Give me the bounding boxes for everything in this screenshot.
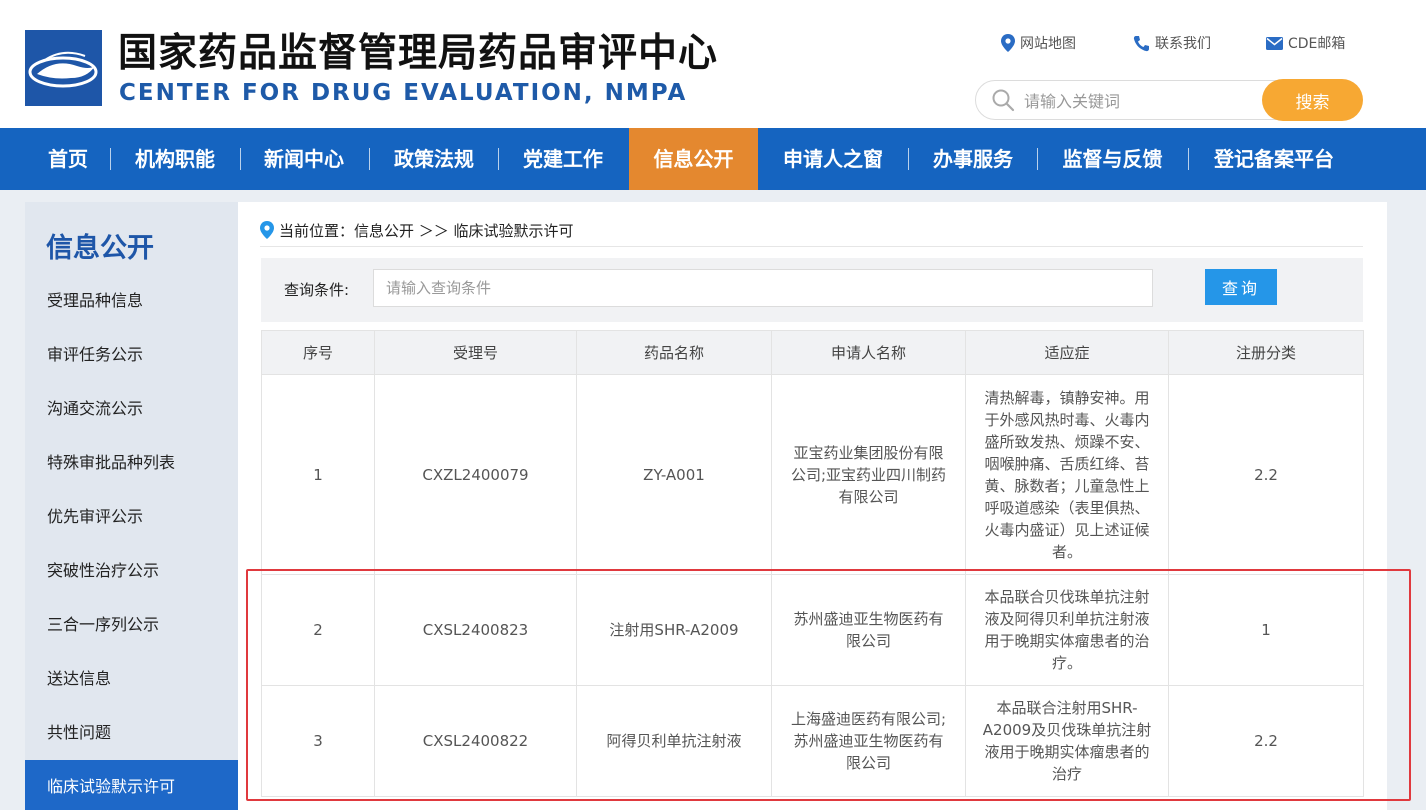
cell-drug-name: ZY-A001 <box>576 374 772 575</box>
site-map-label: 网站地图 <box>1020 36 1076 52</box>
sidebar-item-special-approval[interactable]: 特殊审批品种列表 <box>25 436 238 490</box>
results-table: 序号 受理号 药品名称 申请人名称 适应症 注册分类 1 CXZL2400079… <box>261 330 1364 797</box>
contact-us-label: 联系我们 <box>1155 36 1211 52</box>
table-row: 2 CXSL2400823 注射用SHR-A2009 苏州盛迪亚生物医药有限公司… <box>261 574 1364 686</box>
location-pin-icon <box>260 221 274 239</box>
search-icon <box>992 89 1015 112</box>
cell-registration-class: 1 <box>1168 574 1364 686</box>
map-pin-icon <box>1001 34 1015 52</box>
nav-divider <box>1037 148 1038 170</box>
site-search-input[interactable] <box>1024 89 1254 113</box>
query-bar: 查询条件: 查询 <box>261 258 1363 322</box>
column-header-drug-name: 药品名称 <box>576 330 772 375</box>
nav-item-applicant-window[interactable]: 申请人之窗 <box>762 128 904 190</box>
query-input[interactable] <box>373 269 1153 307</box>
site-title-english: CENTER FOR DRUG EVALUATION, NMPA <box>119 80 688 106</box>
nav-item-supervision-feedback[interactable]: 监督与反馈 <box>1041 128 1184 190</box>
phone-icon <box>1133 35 1149 51</box>
sidebar-title: 信息公开 <box>46 233 154 264</box>
cell-registration-class: 2.2 <box>1168 685 1364 797</box>
site-map-link[interactable]: 网站地图 <box>1001 33 1076 53</box>
cell-serial: 3 <box>261 685 375 797</box>
column-header-serial: 序号 <box>261 330 375 375</box>
nav-item-info-disclosure[interactable]: 信息公开 <box>629 128 758 190</box>
sidebar-item-common-issues[interactable]: 共性问题 <box>25 706 238 760</box>
nav-item-services[interactable]: 办事服务 <box>912 128 1034 190</box>
cell-serial: 2 <box>261 574 375 686</box>
site-title: 国家药品监督管理局药品审评中心 <box>118 31 719 76</box>
cell-drug-name: 注射用SHR-A2009 <box>576 574 772 686</box>
nav-item-party-building[interactable]: 党建工作 <box>502 128 624 190</box>
nav-item-news[interactable]: 新闻中心 <box>245 128 363 190</box>
cell-acceptance-no: CXZL2400079 <box>374 374 577 575</box>
cell-applicant: 亚宝药业集团股份有限公司;亚宝药业四川制药有限公司 <box>771 374 966 575</box>
cell-applicant: 上海盛迪医药有限公司;苏州盛迪亚生物医药有限公司 <box>771 685 966 797</box>
cell-drug-name: 阿得贝利单抗注射液 <box>576 685 772 797</box>
cell-indication: 本品联合注射用SHR-A2009及贝伐珠单抗注射液用于晚期实体瘤患者的治疗 <box>965 685 1169 797</box>
nav-item-home[interactable]: 首页 <box>28 128 108 190</box>
sidebar-item-three-in-one[interactable]: 三合一序列公示 <box>25 598 238 652</box>
nav-divider <box>908 148 909 170</box>
breadcrumb-path[interactable]: 信息公开 ＞＞ 临床试验默示许可 <box>354 220 574 241</box>
sidebar-item-breakthrough-therapy[interactable]: 突破性治疗公示 <box>25 544 238 598</box>
sidebar-item-accepted-varieties[interactable]: 受理品种信息 <box>25 274 238 328</box>
breadcrumb-prefix: 当前位置： <box>279 221 355 240</box>
cell-indication: 本品联合贝伐珠单抗注射液及阿得贝利单抗注射液用于晚期实体瘤患者的治疗。 <box>965 574 1169 686</box>
cell-registration-class: 2.2 <box>1168 374 1364 575</box>
breadcrumb-divider <box>260 246 1363 247</box>
table-row: 3 CXSL2400822 阿得贝利单抗注射液 上海盛迪医药有限公司;苏州盛迪亚… <box>261 685 1364 797</box>
site-header: 国家药品监督管理局药品审评中心 CENTER FOR DRUG EVALUATI… <box>0 0 1426 128</box>
sidebar-item-communication[interactable]: 沟通交流公示 <box>25 382 238 436</box>
table-row: 1 CXZL2400079 ZY-A001 亚宝药业集团股份有限公司;亚宝药业四… <box>261 374 1364 575</box>
sidebar-item-clinical-trial-implied-license[interactable]: 临床试验默示许可 <box>25 760 238 810</box>
nav-divider <box>369 148 370 170</box>
sidebar-item-priority-review[interactable]: 优先审评公示 <box>25 490 238 544</box>
query-label: 查询条件: <box>284 281 350 299</box>
column-header-registration-class: 注册分类 <box>1168 330 1364 375</box>
cell-applicant: 苏州盛迪亚生物医药有限公司 <box>771 574 966 686</box>
nav-item-policy[interactable]: 政策法规 <box>373 128 495 190</box>
cell-acceptance-no: CXSL2400822 <box>374 685 577 797</box>
cell-serial: 1 <box>261 374 375 575</box>
site-search-button[interactable]: 搜索 <box>1262 79 1363 121</box>
main-nav: 首页 机构职能 新闻中心 政策法规 党建工作 信息公开 申请人之窗 办事服务 监… <box>0 128 1426 190</box>
cde-logo[interactable] <box>25 30 102 106</box>
query-button[interactable]: 查询 <box>1205 269 1277 305</box>
cell-indication: 清热解毒，镇静安神。用于外感风热时毒、火毒内盛所致发热、烦躁不安、咽喉肿痛、舌质… <box>965 374 1169 575</box>
sidebar: 信息公开 受理品种信息 审评任务公示 沟通交流公示 特殊审批品种列表 优先审评公… <box>25 202 238 810</box>
nav-item-registration-platform[interactable]: 登记备案平台 <box>1192 128 1356 190</box>
nav-item-functions[interactable]: 机构职能 <box>115 128 235 190</box>
sidebar-item-delivery-info[interactable]: 送达信息 <box>25 652 238 706</box>
column-header-indication: 适应症 <box>965 330 1169 375</box>
cde-mail-link[interactable]: CDE邮箱 <box>1266 33 1345 53</box>
nav-divider <box>110 148 111 170</box>
cell-acceptance-no: CXSL2400823 <box>374 574 577 686</box>
nav-divider <box>498 148 499 170</box>
column-header-acceptance-no: 受理号 <box>374 330 577 375</box>
contact-us-link[interactable]: 联系我们 <box>1133 33 1211 53</box>
breadcrumb: 当前位置： 信息公开 ＞＞ 临床试验默示许可 <box>260 218 574 242</box>
table-header-row: 序号 受理号 药品名称 申请人名称 适应症 注册分类 <box>261 330 1364 375</box>
sidebar-item-review-tasks[interactable]: 审评任务公示 <box>25 328 238 382</box>
nav-divider <box>240 148 241 170</box>
column-header-applicant: 申请人名称 <box>771 330 966 375</box>
cde-mail-label: CDE邮箱 <box>1288 36 1346 52</box>
main-content: 当前位置： 信息公开 ＞＞ 临床试验默示许可 查询条件: 查询 序号 受理号 药… <box>238 202 1387 810</box>
nav-divider <box>1188 148 1189 170</box>
mail-icon <box>1266 36 1283 50</box>
